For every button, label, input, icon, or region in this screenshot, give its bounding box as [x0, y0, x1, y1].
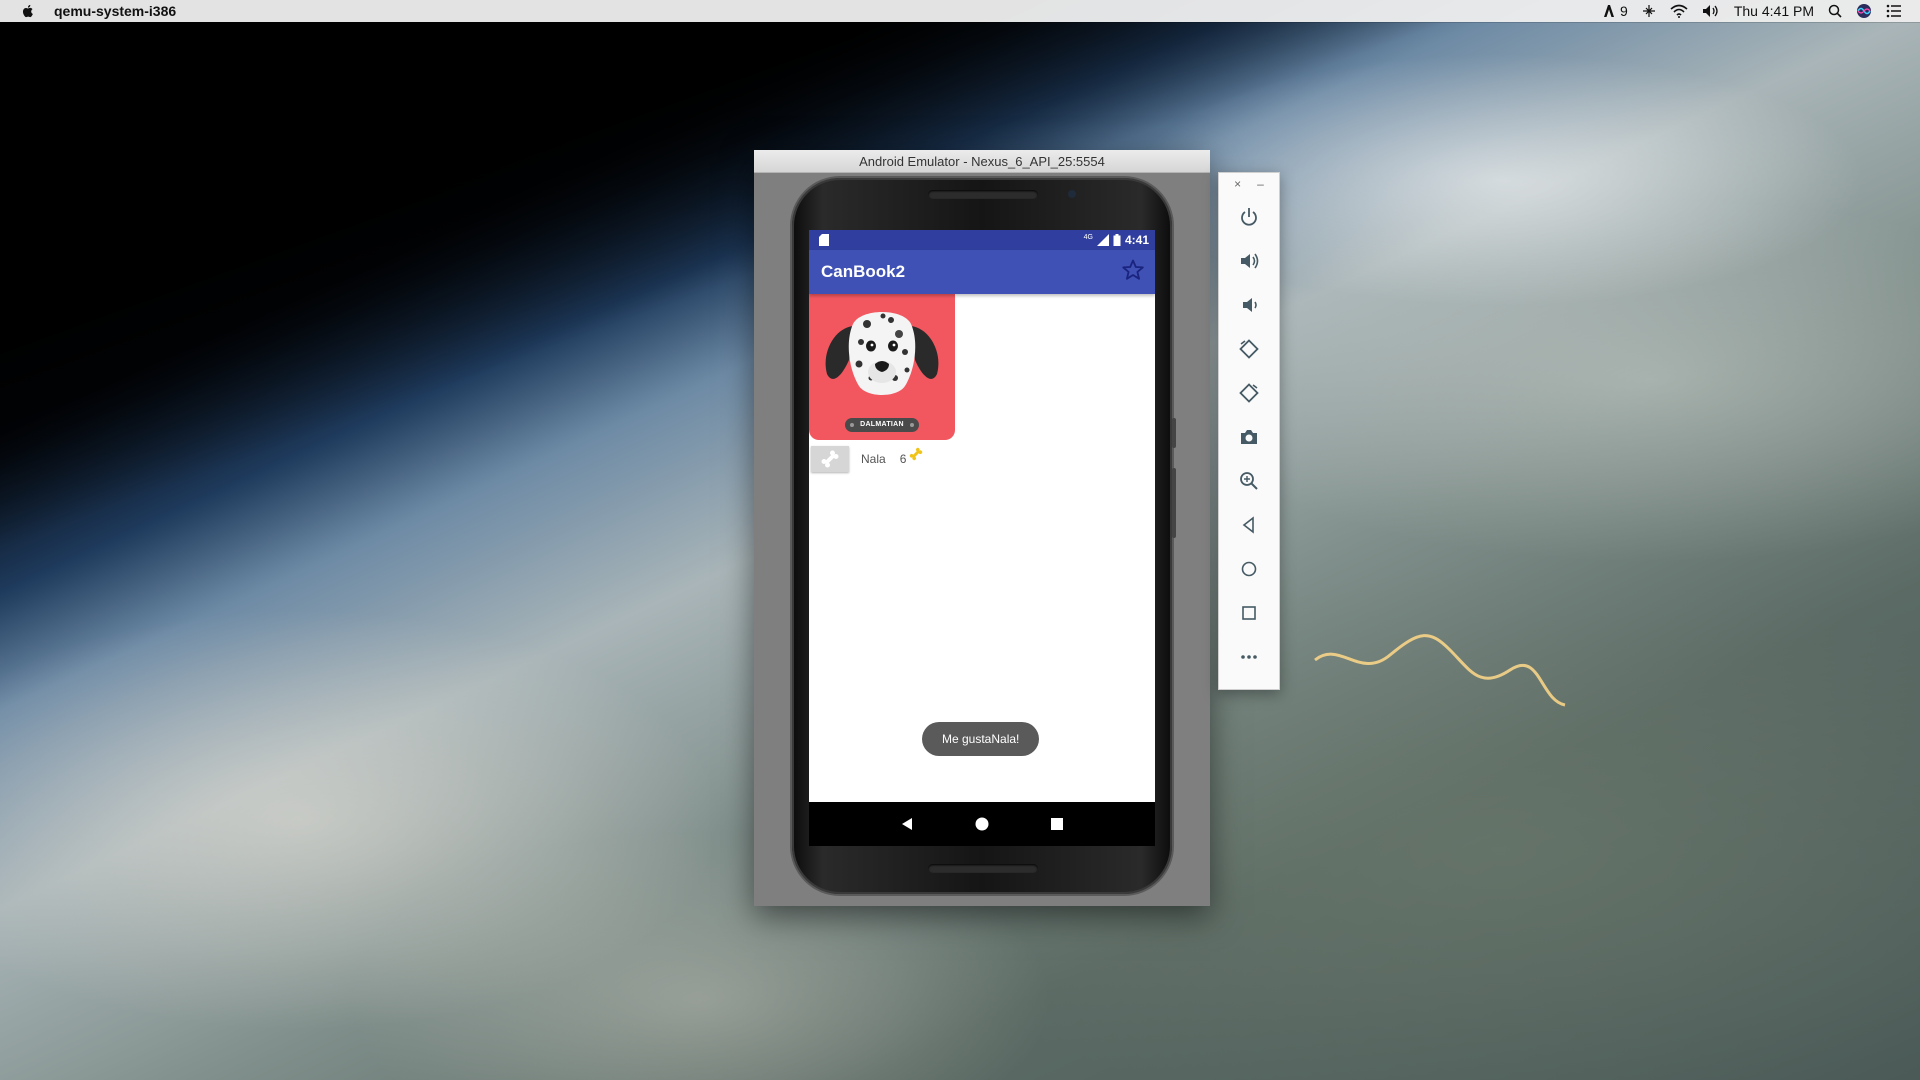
home-icon: [1241, 561, 1257, 577]
power-icon: [1241, 208, 1257, 226]
rotate-right-button[interactable]: [1227, 371, 1271, 415]
top-speaker: [928, 190, 1038, 199]
menu-bar: qemu-system-i386 9 Thu 4:41 PM: [0, 0, 1920, 22]
search-icon: [1828, 4, 1842, 18]
menu-clock[interactable]: Thu 4:41 PM: [1734, 3, 1814, 19]
volume-up-button[interactable]: [1227, 239, 1271, 283]
toast-message: Me gustaNala!: [922, 722, 1040, 756]
phone-frame: 4G 4:41 CanBook2 DALMATIAN Nala 6 Me gus…: [792, 178, 1176, 894]
nav-home-icon[interactable]: [974, 816, 990, 832]
rotate-left-button[interactable]: [1227, 327, 1271, 371]
wifi-menu[interactable]: [1670, 4, 1688, 18]
river-glint: [1314, 634, 1566, 707]
volume-down-button[interactable]: [1227, 283, 1271, 327]
pet-name: Nala: [861, 452, 886, 466]
pet-list: DALMATIAN Nala 6 Me gustaNala!: [809, 294, 1155, 802]
network-extra[interactable]: [1642, 4, 1656, 18]
volume-menu[interactable]: [1702, 4, 1720, 18]
adobe-count: 9: [1620, 3, 1628, 19]
side-toolbar-window-controls: × –: [1219, 173, 1279, 195]
wifi-icon: [1670, 4, 1688, 18]
camera-icon: [1241, 430, 1257, 444]
android-status-bar: 4G 4:41: [809, 230, 1155, 250]
speaker-icon: [1702, 5, 1718, 17]
gold-bone-icon: [910, 447, 923, 461]
back-icon: [1242, 516, 1254, 534]
zoom-icon: [1240, 472, 1258, 490]
bone-icon: [821, 450, 839, 468]
active-app-name[interactable]: qemu-system-i386: [54, 3, 176, 19]
power-button[interactable]: [1227, 195, 1271, 239]
bottom-speaker: [928, 864, 1038, 873]
network-link-icon: [1642, 5, 1655, 17]
apple-icon[interactable]: [20, 3, 36, 19]
menu-extras: 9 Thu 4:41 PM: [1602, 3, 1902, 19]
pet-photo[interactable]: DALMATIAN: [809, 294, 955, 440]
app-title: CanBook2: [821, 262, 906, 281]
rotate-right-icon: [1239, 383, 1259, 403]
overview-button[interactable]: [1227, 591, 1271, 635]
minimize-button[interactable]: –: [1257, 177, 1264, 191]
side-button-power: [1172, 418, 1176, 448]
battery-icon: [1113, 234, 1121, 246]
phone-screen: 4G 4:41 CanBook2 DALMATIAN Nala 6 Me gus…: [809, 230, 1155, 846]
home-button[interactable]: [1227, 547, 1271, 591]
volume-down-icon: [1243, 298, 1257, 312]
spotlight-button[interactable]: [1828, 4, 1842, 18]
emulator-window-title: Android Emulator - Nexus_6_API_25:5554: [859, 153, 1105, 169]
front-camera: [1068, 190, 1076, 198]
favorites-button[interactable]: [1121, 258, 1145, 287]
volume-up-icon: [1241, 253, 1259, 269]
notification-center-button[interactable]: [1886, 4, 1902, 18]
network-type: 4G: [1083, 233, 1093, 241]
nav-back-icon[interactable]: [899, 816, 915, 832]
emulator-side-toolbar: × –: [1218, 172, 1280, 690]
status-time: 4:41: [1124, 233, 1149, 247]
sd-card-icon: [819, 234, 829, 246]
android-nav-bar: [809, 802, 1155, 846]
app-toolbar: CanBook2: [809, 250, 1155, 294]
like-count: 6: [899, 452, 907, 466]
emulator-window: Android Emulator - Nexus_6_API_25:5554 4…: [754, 150, 1210, 906]
close-button[interactable]: ×: [1234, 177, 1241, 191]
rotate-left-icon: [1239, 339, 1259, 359]
signal-icon: [1096, 234, 1109, 246]
more-button[interactable]: [1227, 635, 1271, 679]
list-icon: [1886, 4, 1901, 18]
zoom-button[interactable]: [1227, 459, 1271, 503]
nav-overview-icon[interactable]: [1049, 816, 1065, 832]
more-icon: [1241, 655, 1257, 659]
adobe-menu[interactable]: 9: [1602, 3, 1628, 19]
breed-label: DALMATIAN: [860, 421, 904, 428]
siri-button[interactable]: [1856, 3, 1872, 19]
siri-icon: [1857, 4, 1871, 18]
overview-icon: [1242, 606, 1256, 620]
side-button-volume: [1172, 468, 1176, 538]
screenshot-button[interactable]: [1227, 415, 1271, 459]
star-outline-icon: [1122, 259, 1144, 280]
pet-info-row: Nala 6: [811, 446, 924, 472]
adobe-icon: [1604, 5, 1615, 17]
back-button[interactable]: [1227, 503, 1271, 547]
emulator-title-bar[interactable]: Android Emulator - Nexus_6_API_25:5554: [754, 150, 1210, 173]
like-button[interactable]: [811, 446, 849, 472]
